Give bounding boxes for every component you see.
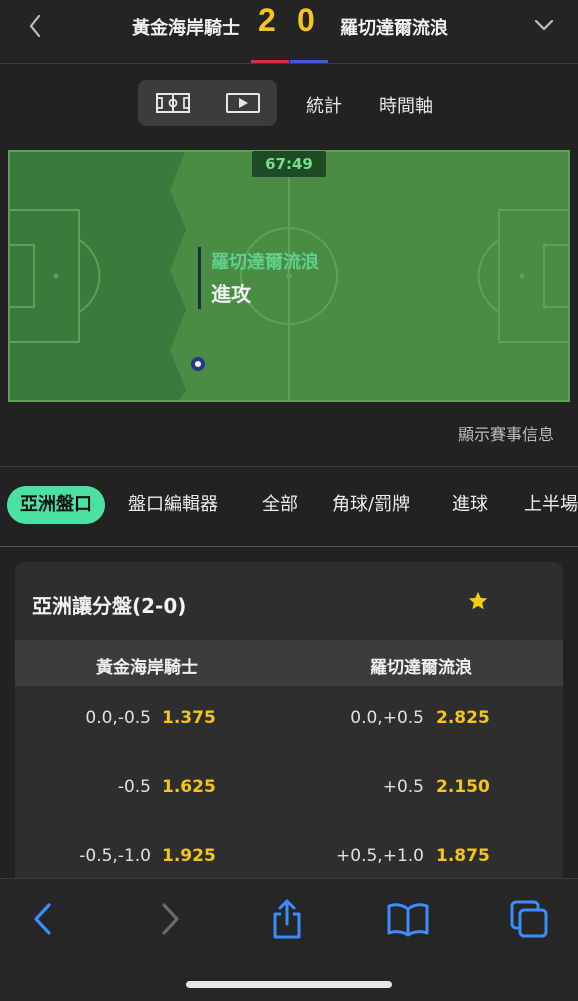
- timeline-link[interactable]: 時間軸: [379, 92, 433, 118]
- view-toggle: [138, 80, 277, 126]
- tabs-icon: [510, 900, 548, 938]
- odds-price: 1.925: [162, 846, 216, 866]
- share-button[interactable]: [265, 897, 309, 941]
- handicap-line: 0.0,+0.5: [350, 708, 424, 728]
- browser-forward-button[interactable]: [148, 897, 192, 941]
- home-score: 2: [258, 2, 276, 38]
- match-event-label: 進攻: [211, 282, 251, 306]
- tabs-overview-button[interactable]: [507, 897, 551, 941]
- asian-handicap-market-card: 亞洲讓分盤(2-0) 黃金海岸騎士 羅切達爾流浪 0.0,-0.5 1.375 …: [15, 562, 563, 902]
- tab-corners-cards[interactable]: 角球/罰牌: [332, 486, 410, 524]
- odds-selection-home[interactable]: -0.5 1.625: [15, 755, 289, 824]
- section-divider: [0, 466, 578, 467]
- show-match-info-link[interactable]: 顯示賽事信息: [458, 421, 554, 445]
- tab-first-half[interactable]: 上半場: [524, 486, 578, 524]
- market-title: 亞洲讓分盤(2-0): [32, 594, 187, 618]
- chevron-right-icon: [162, 903, 179, 935]
- tab-goals[interactable]: 進球: [452, 486, 488, 524]
- header-divider: [0, 63, 578, 64]
- odds-price: 1.625: [162, 777, 216, 797]
- home-indicator: [186, 981, 392, 988]
- bookmarks-button[interactable]: [386, 897, 430, 941]
- odds-price: 1.375: [162, 708, 216, 728]
- share-icon: [273, 899, 301, 939]
- odds-selection-home[interactable]: 0.0,-0.5 1.375: [15, 686, 289, 755]
- handicap-line: -0.5: [117, 777, 151, 797]
- browser-toolbar: [0, 878, 578, 1001]
- book-icon: [387, 903, 429, 937]
- odds-price: 2.150: [436, 777, 490, 797]
- market-column-header: 黃金海岸騎士 羅切達爾流浪: [15, 640, 563, 686]
- away-team-name: 羅切達爾流浪: [340, 18, 448, 39]
- chevron-left-icon[interactable]: [24, 12, 48, 40]
- handicap-line: -0.5,-1.0: [79, 846, 151, 866]
- odds-price: 1.875: [436, 846, 490, 866]
- pitch-graphic: [8, 150, 570, 402]
- market-tabs: 亞洲盤口 盤口編輯器 全部 角球/罰牌 進球 上半場: [0, 480, 578, 532]
- match-header: 黃金海岸騎士 2 0 羅切達爾流浪: [0, 0, 578, 63]
- match-clock: 67:49: [252, 151, 326, 177]
- odds-selection-away[interactable]: 0.0,+0.5 2.825: [289, 686, 563, 755]
- chevron-left-icon: [34, 903, 51, 935]
- tabs-divider: [0, 546, 578, 547]
- ball-position-marker: [191, 357, 205, 371]
- pitch-icon: [155, 93, 190, 113]
- live-pitch: [8, 150, 570, 402]
- browser-back-button[interactable]: [21, 897, 65, 941]
- attacking-team-name: 羅切達爾流浪: [211, 252, 319, 273]
- odds-row: 0.0,-0.5 1.375 0.0,+0.5 2.825: [15, 686, 563, 755]
- handicap-line: 0.0,-0.5: [85, 708, 151, 728]
- away-score: 0: [297, 2, 315, 38]
- odds-price: 2.825: [436, 708, 490, 728]
- stats-link[interactable]: 統計: [306, 92, 342, 118]
- play-video-icon: [225, 93, 260, 113]
- tab-market-editor[interactable]: 盤口編輯器: [128, 486, 218, 524]
- home-team-name: 黃金海岸騎士: [132, 18, 240, 39]
- odds-selection-away[interactable]: +0.5 2.150: [289, 755, 563, 824]
- column-away-team: 羅切達爾流浪: [370, 658, 472, 678]
- pitch-view-button[interactable]: [138, 80, 207, 126]
- handicap-line: +0.5,+1.0: [336, 846, 424, 866]
- tab-all[interactable]: 全部: [262, 486, 298, 524]
- chevron-down-icon[interactable]: [533, 16, 555, 34]
- odds-row: -0.5 1.625 +0.5 2.150: [15, 755, 563, 824]
- tab-asian-handicap[interactable]: 亞洲盤口: [7, 486, 105, 524]
- video-view-button[interactable]: [208, 80, 277, 126]
- handicap-line: +0.5: [382, 777, 424, 797]
- star-icon[interactable]: [467, 590, 489, 612]
- attack-indicator-bar: [198, 247, 201, 309]
- column-home-team: 黃金海岸騎士: [96, 658, 198, 678]
